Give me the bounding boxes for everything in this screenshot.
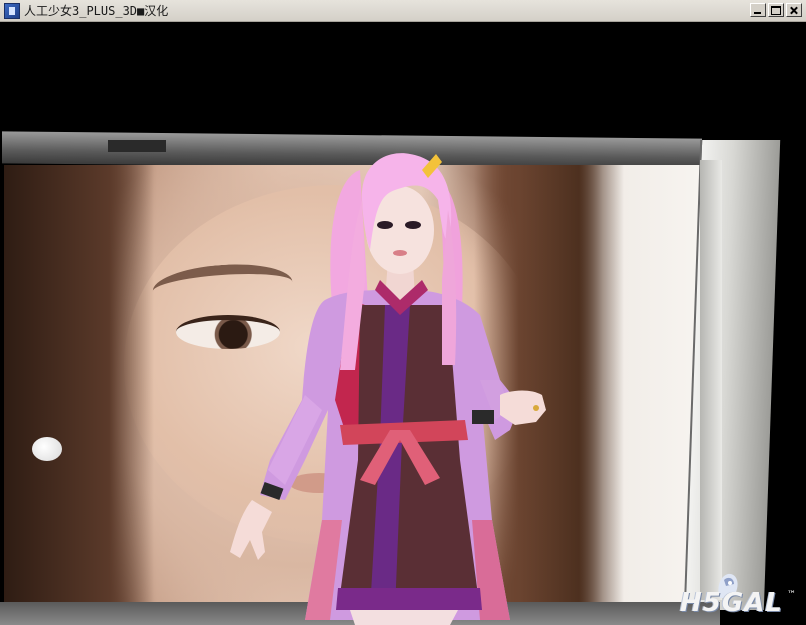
brand-text: H5GAL xyxy=(680,588,783,618)
character-lips xyxy=(393,250,407,256)
character-left-hand xyxy=(230,500,272,560)
character-skirt-band xyxy=(336,588,482,610)
game-window: 人工少女3_PLUS_3D■汉化 H5GAL ™ xyxy=(0,0,806,625)
character-model[interactable] xyxy=(210,140,560,625)
close-button[interactable] xyxy=(786,3,802,17)
billboard-frame-right-inner xyxy=(700,160,722,600)
window-title: 人工少女3_PLUS_3D■汉化 xyxy=(24,4,169,18)
billboard-frame-notch xyxy=(108,140,166,152)
maximize-button[interactable] xyxy=(768,3,784,17)
title-bar[interactable]: 人工少女3_PLUS_3D■汉化 xyxy=(0,0,806,22)
minimize-button[interactable] xyxy=(750,3,766,17)
h5gal-watermark: H5GAL ™ xyxy=(676,570,798,622)
photo-hair-left xyxy=(4,165,154,602)
game-viewport[interactable]: H5GAL ™ xyxy=(0,22,806,625)
billboard-frame-right xyxy=(683,140,781,610)
character-ring xyxy=(533,405,539,411)
character-eye-right xyxy=(405,221,421,229)
character-right-cuff xyxy=(472,410,494,424)
character-eye-left xyxy=(377,221,393,229)
character-legs xyxy=(350,610,458,625)
window-controls xyxy=(750,3,802,17)
app-icon[interactable] xyxy=(4,3,20,19)
photo-earring xyxy=(32,437,62,461)
trademark-symbol: ™ xyxy=(787,590,796,600)
